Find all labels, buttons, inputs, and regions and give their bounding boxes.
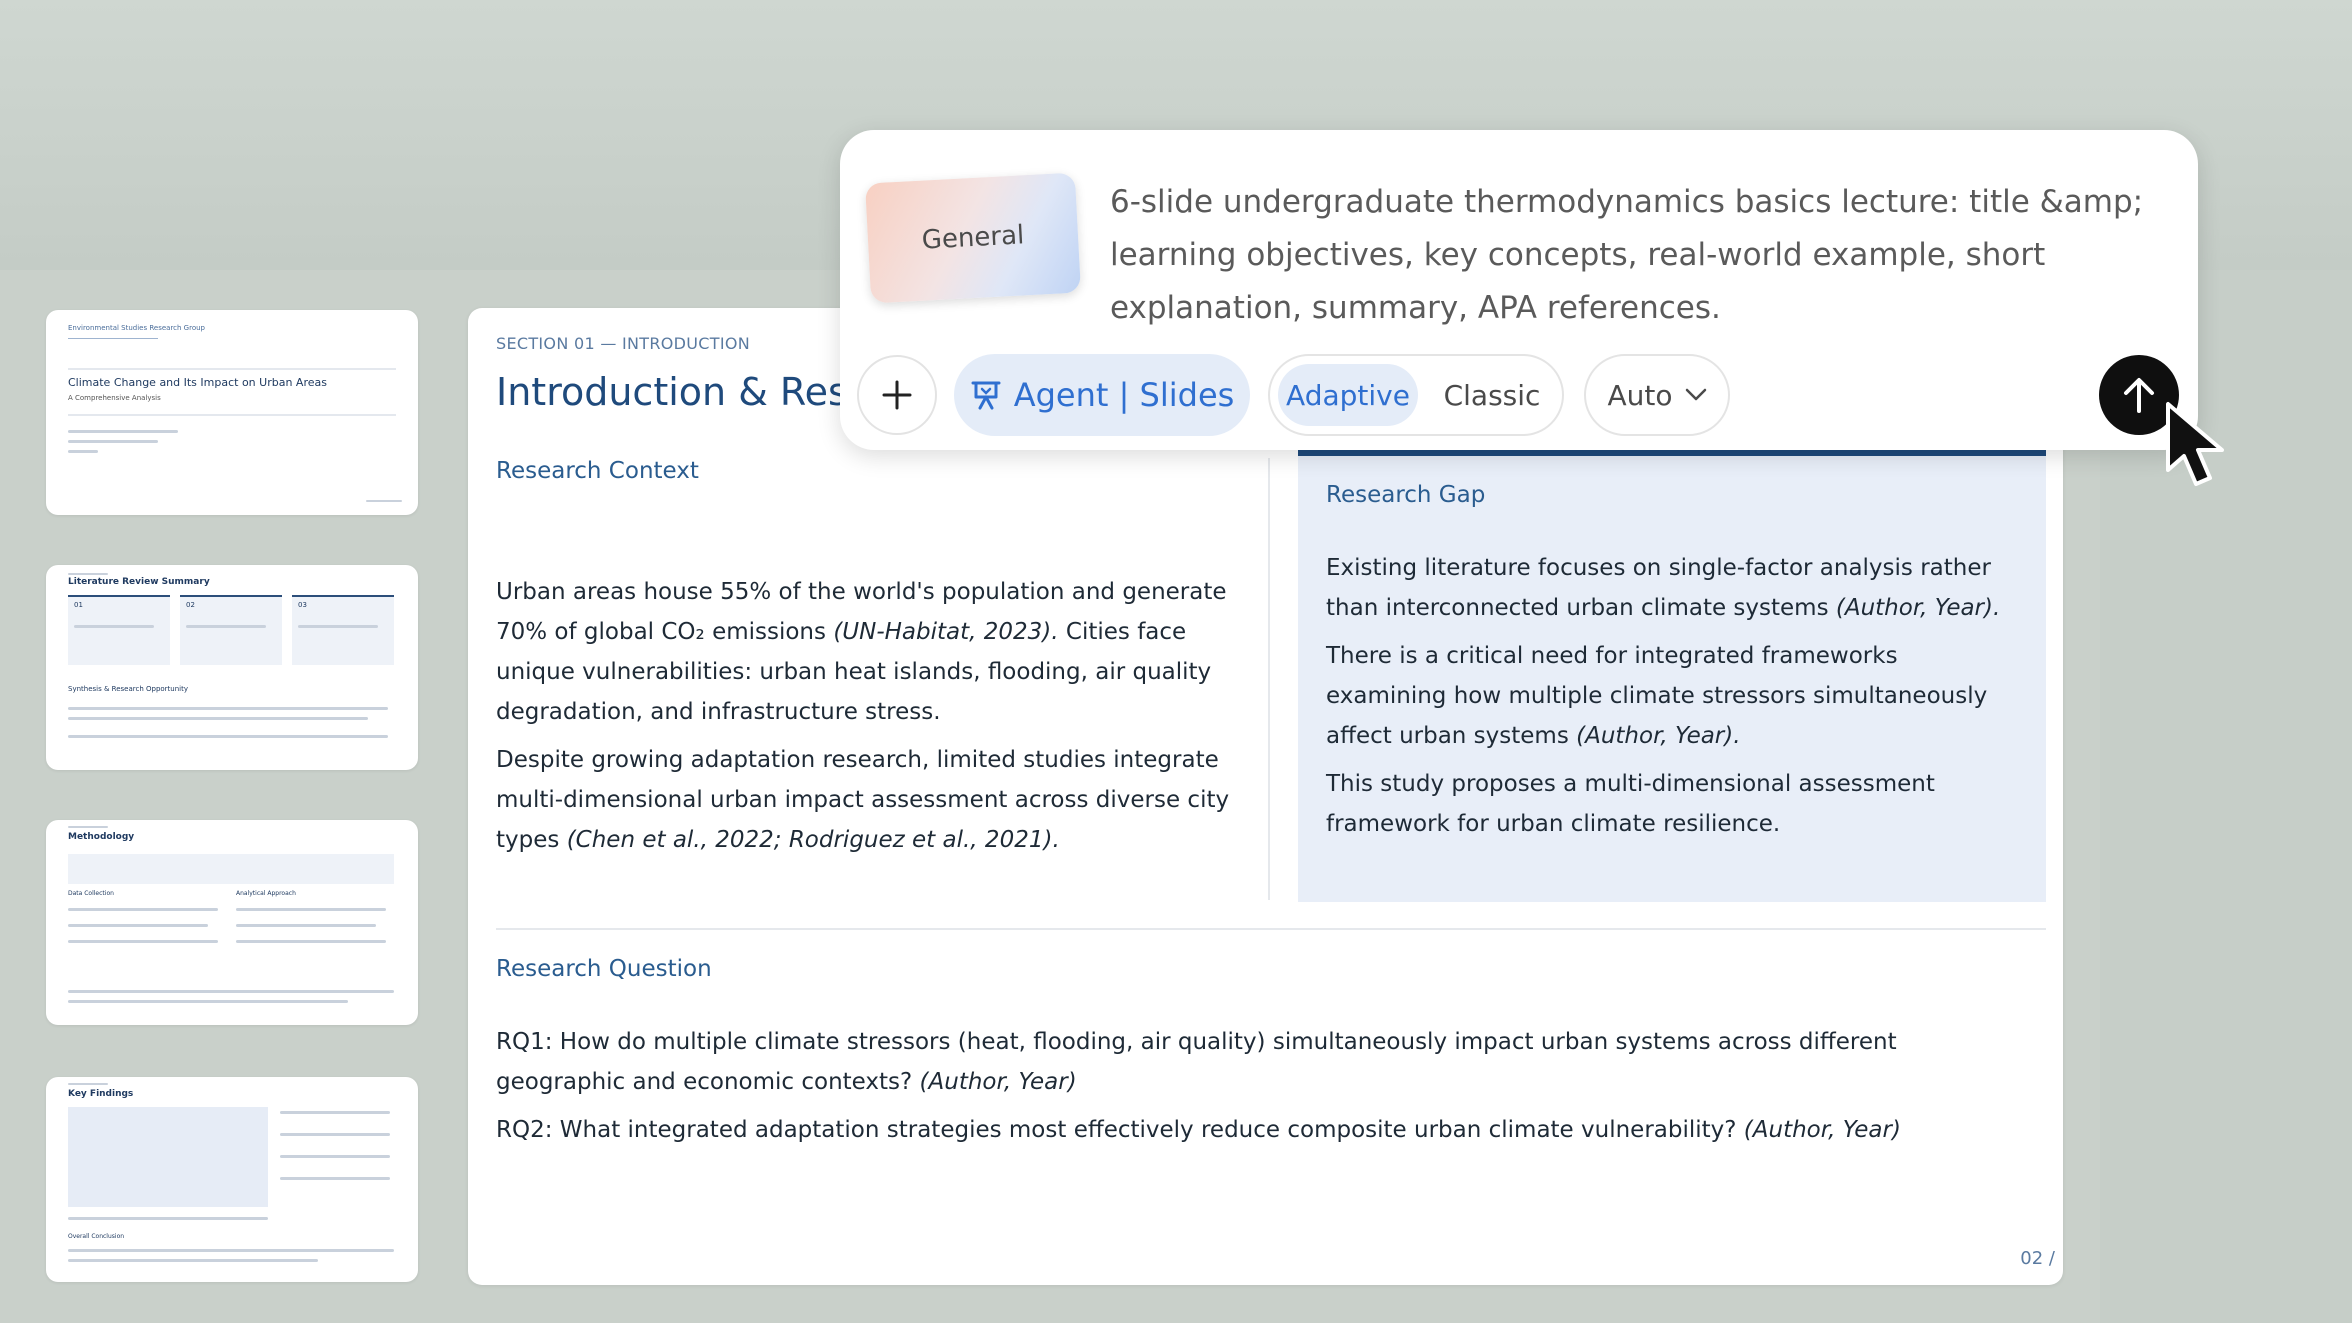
thumb-card — [68, 595, 170, 665]
thumb-footer-heading: Overall Conclusion — [68, 1233, 125, 1240]
agent-slides-button[interactable]: Agent | Slides — [954, 354, 1250, 436]
thumb-text — [236, 924, 376, 927]
thumb-text — [186, 625, 266, 628]
mode-classic[interactable]: Classic — [1424, 364, 1560, 426]
mode-toggle[interactable]: Adaptive Classic — [1268, 354, 1564, 436]
research-gap-paragraph: There is a critical need for integrated … — [1326, 643, 1988, 749]
research-gap-heading: Research Gap — [1326, 482, 1486, 508]
thumb-col-num: 01 — [74, 601, 83, 609]
thumb-col-num: 02 — [186, 601, 195, 609]
thumb-subtitle: A Comprehensive Analysis — [68, 394, 161, 402]
thumb-banner — [68, 854, 394, 884]
thumb-text — [280, 1133, 390, 1136]
thumb-text — [236, 940, 386, 943]
general-chip-label: General — [921, 220, 1025, 256]
thumb-text — [68, 990, 394, 993]
research-context-paragraph: Despite growing adaptation research, lim… — [496, 747, 1230, 853]
page-number: 02 / — [2020, 1248, 2055, 1269]
thumb-text — [68, 1259, 318, 1262]
thumb-text — [68, 440, 158, 443]
research-question[interactable]: Research Question RQ1: How do multiple c… — [496, 956, 2026, 1150]
thumb-card — [180, 595, 282, 665]
thumb-right-heading: Analytical Approach — [236, 890, 296, 897]
research-question-item: RQ1: How do multiple climate stressors (… — [496, 1029, 1897, 1095]
thumb-rule — [68, 338, 158, 339]
thumb-text — [68, 735, 388, 738]
thumb-text — [68, 430, 178, 433]
research-gap-box[interactable]: Research Gap Existing literature focuses… — [1298, 450, 2046, 902]
column-divider — [1268, 458, 1270, 900]
auto-label: Auto — [1607, 378, 1673, 412]
row-divider — [496, 928, 2046, 930]
thumb-text — [74, 625, 154, 628]
research-question-item: RQ2: What integrated adaptation strategi… — [496, 1117, 1901, 1143]
thumb-org: Environmental Studies Research Group — [68, 324, 205, 332]
thumb-text — [68, 717, 368, 720]
thumb-text — [68, 573, 108, 575]
slide-thumbnail-3[interactable]: Methodology Data Collection Analytical A… — [46, 820, 418, 1025]
thumb-text — [68, 450, 98, 453]
prompt-composer[interactable]: General 6-slide undergraduate thermodyna… — [840, 130, 2198, 450]
thumb-rule — [68, 368, 396, 370]
thumb-text — [68, 707, 388, 710]
chevron-down-icon — [1685, 388, 1706, 401]
thumb-text — [366, 500, 402, 502]
thumb-left-heading: Data Collection — [68, 890, 114, 897]
research-context-paragraph: Urban areas house 55% of the world's pop… — [496, 579, 1227, 725]
thumb-text — [68, 1249, 394, 1252]
research-gap-paragraph: This study proposes a multi-dimensional … — [1326, 771, 1935, 837]
thumb-text — [68, 908, 218, 911]
slide-thumbnail-2[interactable]: Literature Review Summary 01 02 03 Synth… — [46, 565, 418, 770]
mouse-pointer-icon — [2166, 402, 2224, 486]
research-context[interactable]: Research Context Urban areas house 55% o… — [496, 458, 1236, 860]
research-context-heading: Research Context — [496, 458, 699, 484]
thumb-title: Literature Review Summary — [68, 577, 210, 587]
slide-thumbnail-1[interactable]: Environmental Studies Research Group Cli… — [46, 310, 418, 515]
slide-title[interactable]: Introduction & Resea — [496, 370, 894, 414]
thumb-text — [68, 1000, 348, 1003]
thumb-col-num: 03 — [298, 601, 307, 609]
thumb-text — [298, 625, 378, 628]
thumb-text — [68, 826, 108, 828]
thumb-text — [68, 1083, 108, 1085]
mode-adaptive[interactable]: Adaptive — [1278, 364, 1418, 426]
general-chip[interactable]: General — [865, 172, 1081, 304]
arrow-up-icon — [2124, 378, 2154, 413]
thumb-text — [280, 1155, 390, 1158]
prompt-input[interactable]: 6-slide undergraduate thermodynamics bas… — [1110, 176, 2160, 335]
agent-slides-label: Agent | Slides — [1013, 376, 1235, 414]
add-button[interactable] — [857, 355, 937, 435]
thumb-title: Methodology — [68, 832, 135, 842]
thumb-image-placeholder — [68, 1107, 268, 1207]
presentation-icon — [971, 381, 1001, 410]
thumb-text — [68, 924, 208, 927]
thumb-text — [236, 908, 386, 911]
research-gap-paragraph: Existing literature focuses on single-fa… — [1326, 555, 2001, 621]
thumb-text — [280, 1111, 390, 1114]
auto-dropdown[interactable]: Auto — [1584, 354, 1730, 436]
thumb-text — [68, 940, 218, 943]
slide-canvas[interactable]: SECTION 01 — INTRODUCTION Introduction &… — [468, 308, 2063, 1285]
thumb-title: Key Findings — [68, 1089, 134, 1099]
thumb-text — [280, 1177, 390, 1180]
section-label: SECTION 01 — INTRODUCTION — [496, 334, 751, 353]
thumb-card — [292, 595, 394, 665]
thumb-text — [68, 1217, 268, 1220]
slide-thumbnail-4[interactable]: Key Findings Overall Conclusion — [46, 1077, 418, 1282]
thumb-rule — [68, 414, 396, 416]
research-question-heading: Research Question — [496, 956, 712, 982]
thumb-title: Climate Change and Its Impact on Urban A… — [68, 376, 327, 389]
plus-icon — [882, 380, 912, 410]
thumb-footer-heading: Synthesis & Research Opportunity — [68, 685, 188, 693]
